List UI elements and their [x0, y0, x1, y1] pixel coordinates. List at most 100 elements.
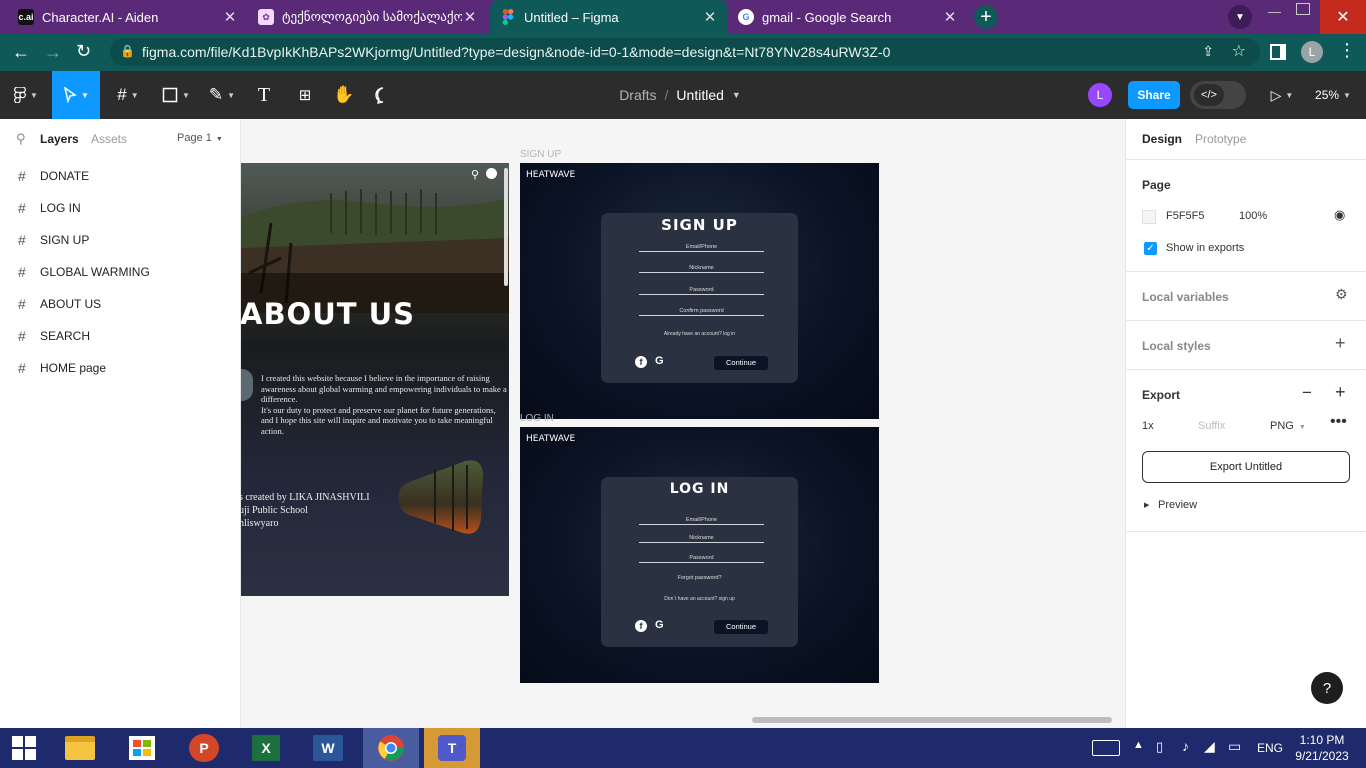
share-button[interactable]: Share — [1128, 81, 1180, 109]
password-field[interactable]: Password — [639, 287, 764, 295]
rectangle-tool-icon[interactable]: ▼ — [156, 71, 196, 119]
horizontal-scrollbar[interactable] — [752, 717, 1112, 723]
layer-item-search[interactable]: # SEARCH — [0, 320, 240, 352]
export-button[interactable]: Export Untitled — [1142, 451, 1350, 483]
file-name[interactable]: Untitled — [676, 87, 723, 103]
teams-icon[interactable]: T — [424, 728, 480, 768]
powerpoint-icon[interactable]: P — [182, 728, 226, 768]
login-frame[interactable]: HEATWAVE LOG IN Email/Phone Nickname Pas… — [520, 427, 879, 683]
google-icon[interactable]: G — [655, 355, 664, 367]
add-export-icon[interactable]: + — [1335, 382, 1346, 403]
network-icon[interactable]: ▯ — [1156, 739, 1163, 755]
frame-tool-icon[interactable]: # ▼ — [108, 71, 148, 119]
signup-link[interactable]: Don`t have an account? sign up — [601, 596, 798, 602]
tab-assets[interactable]: Assets — [91, 132, 127, 146]
tab-search-chevron-icon[interactable]: ▼ — [1228, 5, 1252, 29]
reload-icon[interactable]: ↻ — [76, 41, 91, 62]
share-page-icon[interactable]: ⇪ — [1202, 43, 1214, 60]
user-avatar[interactable]: L — [1088, 83, 1112, 107]
excel-icon[interactable]: X — [244, 728, 288, 768]
present-play-icon[interactable]: ▷ ▼ — [1262, 71, 1302, 119]
page-color-swatch[interactable] — [1142, 210, 1156, 224]
login-frame-label[interactable]: LOG IN — [520, 413, 554, 424]
password-field[interactable]: Password — [639, 555, 764, 563]
remove-export-icon[interactable]: − — [1302, 383, 1312, 403]
design-canvas[interactable]: ⚲ ABOUT US I created this website becaus… — [241, 119, 1125, 728]
eye-icon[interactable]: ◉ — [1334, 207, 1345, 223]
comment-tool-icon[interactable] — [370, 71, 396, 119]
layer-item-home-page[interactable]: # HOME page — [0, 352, 240, 384]
forward-arrow-icon[interactable]: → — [44, 42, 62, 63]
volume-icon[interactable]: ♪ — [1182, 738, 1189, 754]
microsoft-store-icon[interactable] — [120, 728, 164, 768]
nickname-field[interactable]: Nickname — [639, 265, 764, 273]
back-arrow-icon[interactable]: ← — [12, 42, 30, 63]
about-us-frame[interactable]: ⚲ ABOUT US I created this website becaus… — [241, 163, 509, 596]
bookmark-star-icon[interactable]: ☆ — [1232, 41, 1246, 61]
file-explorer-icon[interactable] — [58, 728, 102, 768]
windows-start-icon[interactable] — [2, 728, 46, 768]
page-color-value[interactable]: F5F5F5 — [1166, 210, 1205, 222]
export-format-select[interactable]: PNG ▼ — [1270, 420, 1306, 432]
layer-item-donate[interactable]: # DONATE — [0, 160, 240, 192]
text-tool-icon[interactable]: T — [252, 71, 276, 119]
export-scale[interactable]: 1x — [1142, 420, 1154, 432]
new-tab-button[interactable]: + — [974, 5, 998, 29]
page-opacity-value[interactable]: 100% — [1239, 210, 1267, 222]
signup-continue-button[interactable]: Continue — [714, 356, 768, 370]
keyboard-icon[interactable] — [1092, 740, 1120, 756]
breadcrumb-drafts[interactable]: Drafts — [619, 87, 656, 103]
word-icon[interactable]: W — [306, 728, 350, 768]
wifi-signal-icon[interactable]: ◢ — [1204, 738, 1215, 755]
preview-toggle[interactable]: Preview — [1158, 499, 1197, 511]
figma-main-menu-icon[interactable]: ▼ — [8, 71, 44, 119]
email-field[interactable]: Email/Phone — [639, 244, 764, 252]
hand-tool-icon[interactable]: ✋ — [330, 71, 358, 119]
close-tab-icon[interactable]: ✕ — [702, 8, 718, 26]
resources-icon[interactable]: ⊞ — [292, 71, 318, 119]
browser-menu-icon[interactable]: ⋮ — [1338, 40, 1356, 61]
language-indicator[interactable]: ENG — [1257, 741, 1283, 755]
tab-character-ai[interactable]: c.ai Character.AI - Aiden ✕ — [8, 0, 248, 34]
profile-avatar[interactable]: L — [1301, 41, 1323, 63]
page-selector[interactable]: Page 1 ▼ — [177, 132, 223, 144]
tab-layers[interactable]: Layers — [40, 132, 79, 146]
file-menu-chevron-icon[interactable]: ▼ — [732, 90, 741, 100]
battery-icon[interactable]: ▭ — [1228, 738, 1241, 755]
preview-caret-icon[interactable]: ▶ — [1144, 501, 1149, 509]
maximize-icon[interactable] — [1296, 3, 1310, 15]
login-continue-button[interactable]: Continue — [714, 620, 768, 634]
tab-georgian-site[interactable]: ✿ ტექნოლოგიები სამოქალაქო ✕ — [248, 0, 488, 34]
export-suffix-input[interactable]: Suffix — [1198, 420, 1254, 432]
add-style-icon[interactable]: + — [1335, 333, 1346, 354]
facebook-icon[interactable]: f — [635, 620, 647, 632]
signup-frame-label[interactable]: SIGN UP — [520, 149, 561, 160]
chrome-icon[interactable] — [363, 728, 419, 768]
layer-item-about-us[interactable]: # ABOUT US — [0, 288, 240, 320]
variables-settings-icon[interactable]: ⚙ — [1335, 286, 1348, 303]
email-field[interactable]: Email/Phone — [639, 517, 764, 525]
tab-figma[interactable]: Untitled – Figma ✕ — [490, 0, 728, 34]
google-icon[interactable]: G — [655, 619, 664, 631]
signup-frame[interactable]: HEATWAVE SIGN UP Email/Phone Nickname Pa… — [520, 163, 879, 419]
forgot-password-link[interactable]: Forgot password? — [601, 575, 798, 581]
pen-tool-icon[interactable]: ✎ ▼ — [202, 71, 242, 119]
dev-mode-toggle[interactable]: </> — [1190, 81, 1246, 109]
tab-design[interactable]: Design — [1142, 132, 1182, 146]
help-button[interactable]: ? — [1311, 672, 1343, 704]
address-bar[interactable]: 🔒 figma.com/file/Kd1BvpIkKhBAPs2WKjormg/… — [110, 38, 1260, 66]
search-layers-icon[interactable]: ⚲ — [16, 131, 26, 147]
close-window-icon[interactable]: ✕ — [1320, 0, 1366, 34]
side-panel-icon[interactable] — [1270, 44, 1286, 60]
facebook-icon[interactable]: f — [635, 356, 647, 368]
show-in-exports-checkbox[interactable]: ✓ — [1144, 242, 1157, 255]
close-tab-icon[interactable]: ✕ — [942, 8, 958, 26]
login-link[interactable]: Already have an account? log in — [601, 331, 798, 337]
zoom-control[interactable]: 25% ▼ — [1310, 71, 1356, 119]
layer-item-log-in[interactable]: # LOG IN — [0, 192, 240, 224]
tab-google-search[interactable]: G gmail - Google Search ✕ — [728, 0, 968, 34]
tab-prototype[interactable]: Prototype — [1195, 132, 1246, 146]
close-tab-icon[interactable]: ✕ — [462, 8, 478, 26]
minimize-icon[interactable]: — — [1268, 4, 1288, 19]
close-tab-icon[interactable]: ✕ — [222, 8, 238, 26]
